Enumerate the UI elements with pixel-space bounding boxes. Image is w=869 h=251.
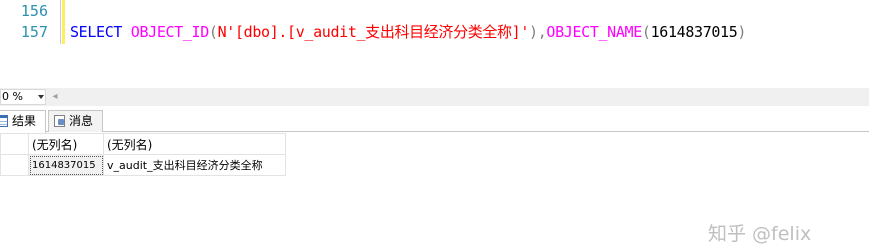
sql-keyword: SELECT [70,23,123,41]
zoom-value: 0 % [2,90,23,103]
code-punctuation: ( [208,23,218,41]
watermark: 知乎 @felix [708,223,812,245]
sql-number-literal: 1614837015 [650,23,738,41]
row-header[interactable] [0,154,29,176]
zoom-select[interactable]: 0 % [0,89,46,105]
tab-messages[interactable]: 消息 [48,110,103,132]
editor-line: 156 [0,0,869,22]
header-row: (无列名) (无列名) [0,133,286,155]
row-header-corner[interactable] [0,133,29,155]
results-grid-icon [0,115,8,127]
editor-line: 157 SELECT OBJECT_ID(N'[dbo].[v_audit_支出… [0,21,869,43]
line-code[interactable]: SELECT OBJECT_ID(N'[dbo].[v_audit_支出科目经济… [70,21,746,43]
column-header[interactable]: (无列名) [103,133,286,155]
code-punctuation: ) [737,23,747,41]
messages-icon [54,115,65,127]
code-punctuation: ) [529,23,538,41]
chevron-down-icon[interactable] [38,95,44,99]
sql-function: OBJECT_NAME [546,23,642,41]
scroll-left-icon[interactable]: ◂ [50,90,60,104]
code-punctuation: ( [641,23,651,41]
tab-label: 结果 [12,114,37,128]
sql-string-literal: N'[dbo].[v_audit_支出科目经济分类全称]' [217,23,530,41]
tab-results[interactable]: 结果 [0,110,46,133]
column-header[interactable]: (无列名) [28,133,104,155]
zoom-bar: 0 % ◂ [0,88,869,106]
query-editor[interactable]: 156 157 SELECT OBJECT_ID(N'[dbo].[v_audi… [0,0,869,88]
table-cell[interactable]: 1614837015 [28,154,104,176]
tab-label: 消息 [69,114,94,128]
table-cell[interactable]: v_audit_支出科目经济分类全称 [103,154,286,176]
sql-function: OBJECT_ID [130,23,209,41]
results-table: (无列名) (无列名) 1614837015 v_audit_支出科目经济分类全… [0,133,286,176]
results-tab-strip: 结果 消息 [0,106,869,133]
line-number: 157 [20,23,48,41]
line-number: 156 [20,2,48,20]
table-row[interactable]: 1614837015 v_audit_支出科目经济分类全称 [0,154,286,176]
